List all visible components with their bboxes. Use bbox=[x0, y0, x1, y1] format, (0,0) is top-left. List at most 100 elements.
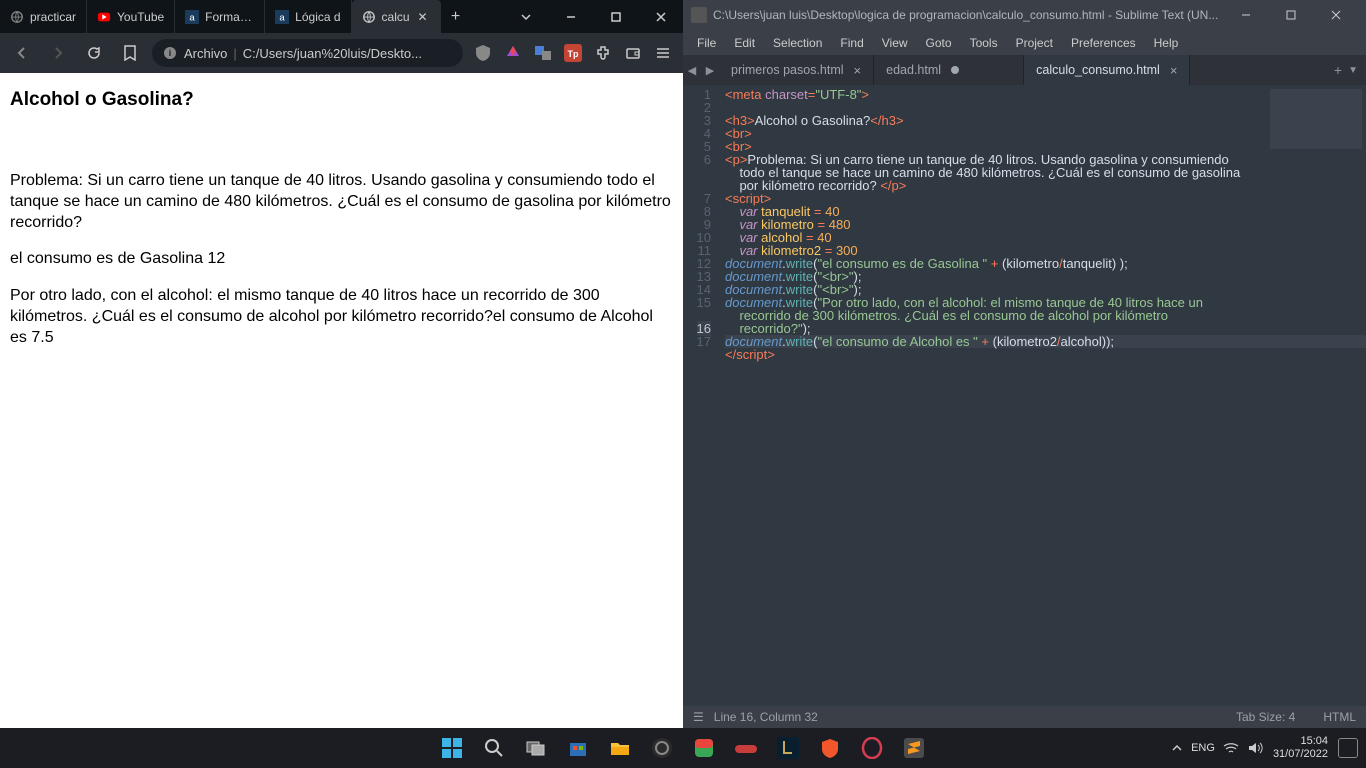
menu-view[interactable]: View bbox=[874, 30, 916, 55]
maximize-button[interactable] bbox=[593, 0, 638, 33]
globe-icon bbox=[10, 10, 24, 24]
tab-prev-icon[interactable]: ◀ bbox=[683, 55, 701, 85]
status-syntax[interactable]: HTML bbox=[1323, 710, 1356, 724]
status-position: Line 16, Column 32 bbox=[714, 710, 818, 724]
close-icon[interactable]: × bbox=[854, 63, 862, 78]
menu-goto[interactable]: Goto bbox=[918, 30, 960, 55]
tray-chevron-icon[interactable] bbox=[1171, 742, 1183, 754]
sublime-menu: File Edit Selection Find View Goto Tools… bbox=[683, 30, 1366, 55]
menu-icon[interactable] bbox=[651, 41, 675, 65]
new-tab-button[interactable]: + bbox=[441, 0, 471, 33]
clock[interactable]: 15:04 31/07/2022 bbox=[1273, 735, 1328, 761]
tab-label: Lógica d bbox=[295, 10, 340, 24]
notifications-icon[interactable] bbox=[1338, 738, 1358, 758]
address-input[interactable]: i Archivo | C:/Users/juan%20luis/Deskto.… bbox=[152, 39, 463, 67]
minimize-button[interactable] bbox=[548, 0, 593, 33]
close-button[interactable] bbox=[1313, 0, 1358, 30]
minimize-button[interactable] bbox=[1223, 0, 1268, 30]
sublime-taskbar-icon[interactable] bbox=[896, 730, 932, 766]
tab-practicar[interactable]: practicar bbox=[0, 0, 87, 33]
store-icon[interactable] bbox=[560, 730, 596, 766]
wifi-icon[interactable] bbox=[1223, 741, 1239, 755]
search-icon[interactable] bbox=[476, 730, 512, 766]
sublime-window: C:\Users\juan luis\Desktop\logica de pro… bbox=[683, 0, 1366, 728]
svg-text:a: a bbox=[279, 12, 285, 23]
menu-find[interactable]: Find bbox=[832, 30, 871, 55]
window-controls bbox=[503, 0, 683, 33]
time: 15:04 bbox=[1273, 735, 1328, 748]
dropdown-icon[interactable] bbox=[503, 0, 548, 33]
game-icon[interactable] bbox=[728, 730, 764, 766]
address-bar: i Archivo | C:/Users/juan%20luis/Deskto.… bbox=[0, 33, 683, 73]
file-tab-edad[interactable]: edad.html bbox=[874, 55, 1024, 85]
menu-edit[interactable]: Edit bbox=[726, 30, 763, 55]
tab-label: calcu bbox=[382, 10, 410, 24]
taskview-icon[interactable] bbox=[518, 730, 554, 766]
forward-button[interactable] bbox=[44, 39, 72, 67]
alura-icon: a bbox=[185, 10, 199, 24]
menu-project[interactable]: Project bbox=[1008, 30, 1061, 55]
maximize-button[interactable] bbox=[1268, 0, 1313, 30]
obs-icon[interactable] bbox=[644, 730, 680, 766]
bookmark-button[interactable] bbox=[116, 39, 144, 67]
date: 31/07/2022 bbox=[1273, 748, 1328, 761]
new-tab-icon[interactable]: + bbox=[1334, 62, 1342, 78]
close-icon[interactable]: ✕ bbox=[416, 10, 430, 24]
browser-titlebar: practicar YouTube a Formació a Lógica d … bbox=[0, 0, 683, 33]
svg-text:i: i bbox=[169, 48, 172, 58]
svg-text:Tp: Tp bbox=[568, 49, 579, 59]
file-tab-primeros[interactable]: primeros pasos.html × bbox=[719, 55, 874, 85]
close-icon[interactable]: × bbox=[1170, 63, 1178, 78]
volume-icon[interactable] bbox=[1247, 741, 1263, 755]
ext-tp-icon[interactable]: Tp bbox=[561, 41, 585, 65]
dirty-icon bbox=[951, 66, 959, 74]
file-tab-calculo[interactable]: calculo_consumo.html × bbox=[1024, 55, 1190, 85]
tab-label: edad.html bbox=[886, 63, 941, 77]
tab-label: YouTube bbox=[117, 10, 164, 24]
tab-label: practicar bbox=[30, 10, 76, 24]
tab-youtube[interactable]: YouTube bbox=[87, 0, 175, 33]
menu-selection[interactable]: Selection bbox=[765, 30, 830, 55]
editor[interactable]: 1 2 3 4 5 6 7 8 9 10 11 12 13 14 15 16 1… bbox=[683, 85, 1366, 706]
opera-icon[interactable] bbox=[854, 730, 890, 766]
page-paragraph: Por otro lado, con el alcohol: el mismo … bbox=[10, 286, 673, 348]
tab-label: Formació bbox=[205, 10, 254, 24]
browser-window: practicar YouTube a Formació a Lógica d … bbox=[0, 0, 683, 728]
youtube-icon bbox=[97, 10, 111, 24]
back-button[interactable] bbox=[8, 39, 36, 67]
brave-icon[interactable] bbox=[812, 730, 848, 766]
brave-rewards-icon[interactable] bbox=[501, 41, 525, 65]
menu-tools[interactable]: Tools bbox=[962, 30, 1006, 55]
reload-button[interactable] bbox=[80, 39, 108, 67]
menu-help[interactable]: Help bbox=[1146, 30, 1187, 55]
brave-shield-icon[interactable] bbox=[471, 41, 495, 65]
wallet-icon[interactable] bbox=[621, 41, 645, 65]
tab-logica[interactable]: a Lógica d bbox=[265, 0, 351, 33]
league-icon[interactable] bbox=[770, 730, 806, 766]
tab-label: primeros pasos.html bbox=[731, 63, 844, 77]
hamburger-icon[interactable]: ☰ bbox=[693, 710, 704, 724]
extensions-icon[interactable] bbox=[591, 41, 615, 65]
status-tabsize[interactable]: Tab Size: 4 bbox=[1236, 710, 1295, 724]
globe-icon bbox=[362, 10, 376, 24]
close-button[interactable] bbox=[638, 0, 683, 33]
page-paragraph: Problema: Si un carro tiene un tanque de… bbox=[10, 171, 673, 233]
menu-preferences[interactable]: Preferences bbox=[1063, 30, 1144, 55]
tab-formacio[interactable]: a Formació bbox=[175, 0, 265, 33]
tab-actions: + ▼ bbox=[1334, 62, 1366, 78]
tab-calculo[interactable]: calcu ✕ bbox=[352, 0, 441, 33]
tab-dropdown-icon[interactable]: ▼ bbox=[1348, 65, 1358, 76]
translate-icon[interactable] bbox=[531, 41, 555, 65]
explorer-icon[interactable] bbox=[602, 730, 638, 766]
extensions: Tp bbox=[471, 41, 675, 65]
minimap[interactable] bbox=[1266, 85, 1366, 706]
tab-next-icon[interactable]: ▶ bbox=[701, 55, 719, 85]
tab-label: calculo_consumo.html bbox=[1036, 63, 1160, 77]
start-button[interactable] bbox=[434, 730, 470, 766]
taskbar: ENG 15:04 31/07/2022 bbox=[0, 728, 1366, 768]
tray-lang[interactable]: ENG bbox=[1191, 742, 1215, 754]
status-bar: ☰ Line 16, Column 32 Tab Size: 4 HTML bbox=[683, 706, 1366, 728]
bluestacks-icon[interactable] bbox=[686, 730, 722, 766]
menu-file[interactable]: File bbox=[689, 30, 724, 55]
address-url: C:/Users/juan%20luis/Deskto... bbox=[243, 46, 422, 61]
